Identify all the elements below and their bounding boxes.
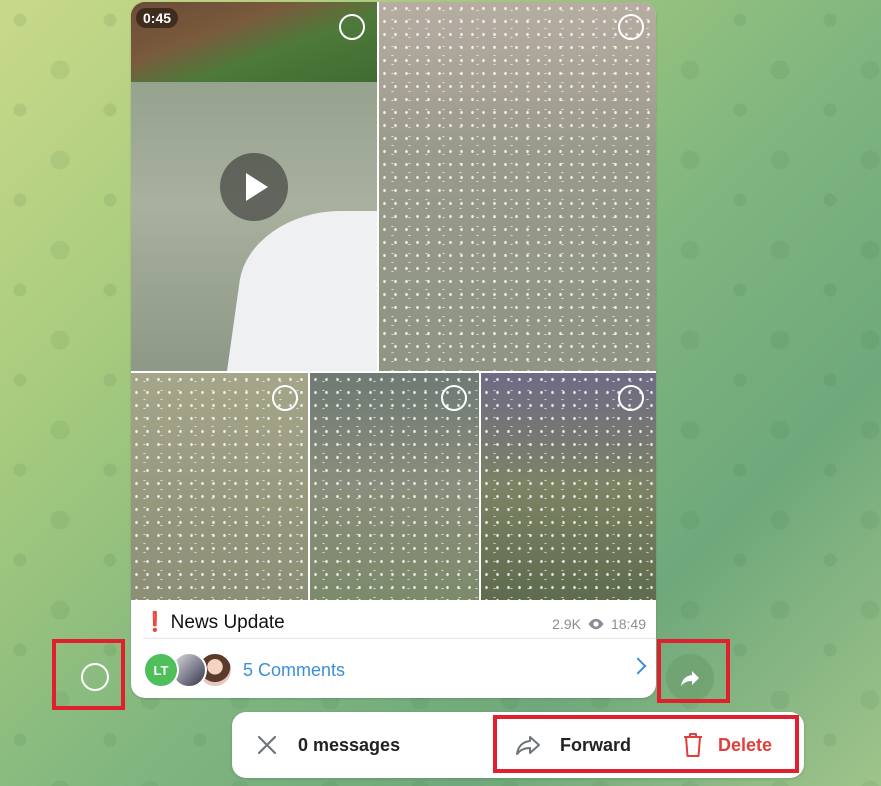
media-select-circle[interactable]	[618, 14, 644, 40]
avatar: LT	[143, 652, 179, 688]
exclamation-icon: ❗	[143, 612, 167, 633]
media-photo-3[interactable]	[131, 373, 308, 600]
video-duration: 0:45	[136, 8, 179, 28]
message-select-checkbox[interactable]	[81, 663, 109, 691]
share-icon	[681, 671, 699, 686]
media-blur-overlay	[379, 2, 656, 371]
media-select-circle[interactable]	[441, 385, 467, 411]
chevron-right-icon	[629, 657, 647, 675]
selected-count: 0 messages	[298, 735, 401, 755]
close-icon[interactable]	[256, 734, 278, 756]
comments-label: 5 Comments	[243, 660, 346, 680]
delete-label: Delete	[718, 734, 773, 755]
media-select-circle[interactable]	[272, 385, 298, 411]
album-message: 0:45 ❗ News Update 2.9K 18:49 LT 5 Commen…	[131, 2, 656, 698]
delete-button[interactable]: Delete	[682, 726, 772, 764]
comments-button[interactable]: LT 5 Comments	[131, 642, 656, 698]
share-button[interactable]	[666, 654, 714, 702]
divider	[143, 638, 656, 639]
media-select-circle[interactable]	[618, 385, 644, 411]
forward-icon	[516, 736, 540, 755]
message-time: 18:49	[610, 616, 646, 632]
media-photo-4[interactable]	[310, 373, 479, 600]
trash-icon	[684, 733, 702, 757]
forward-label: Forward	[560, 734, 632, 755]
message-caption: ❗ News Update	[143, 610, 285, 634]
eye-icon	[588, 618, 604, 630]
media-select-circle[interactable]	[339, 14, 365, 40]
caption-text: News Update	[170, 612, 285, 633]
play-icon[interactable]	[220, 153, 288, 221]
message-meta: 2.9K 18:49	[552, 616, 646, 632]
media-video-1[interactable]: 0:45	[131, 2, 377, 371]
view-count: 2.9K	[552, 616, 581, 632]
selection-toolbar: 0 messages Forward Delete	[232, 712, 804, 778]
video-thumbnail-shirt	[227, 211, 377, 371]
media-photo-5[interactable]	[481, 373, 656, 600]
forward-button[interactable]: Forward	[514, 726, 631, 764]
media-photo-2[interactable]	[379, 2, 656, 371]
